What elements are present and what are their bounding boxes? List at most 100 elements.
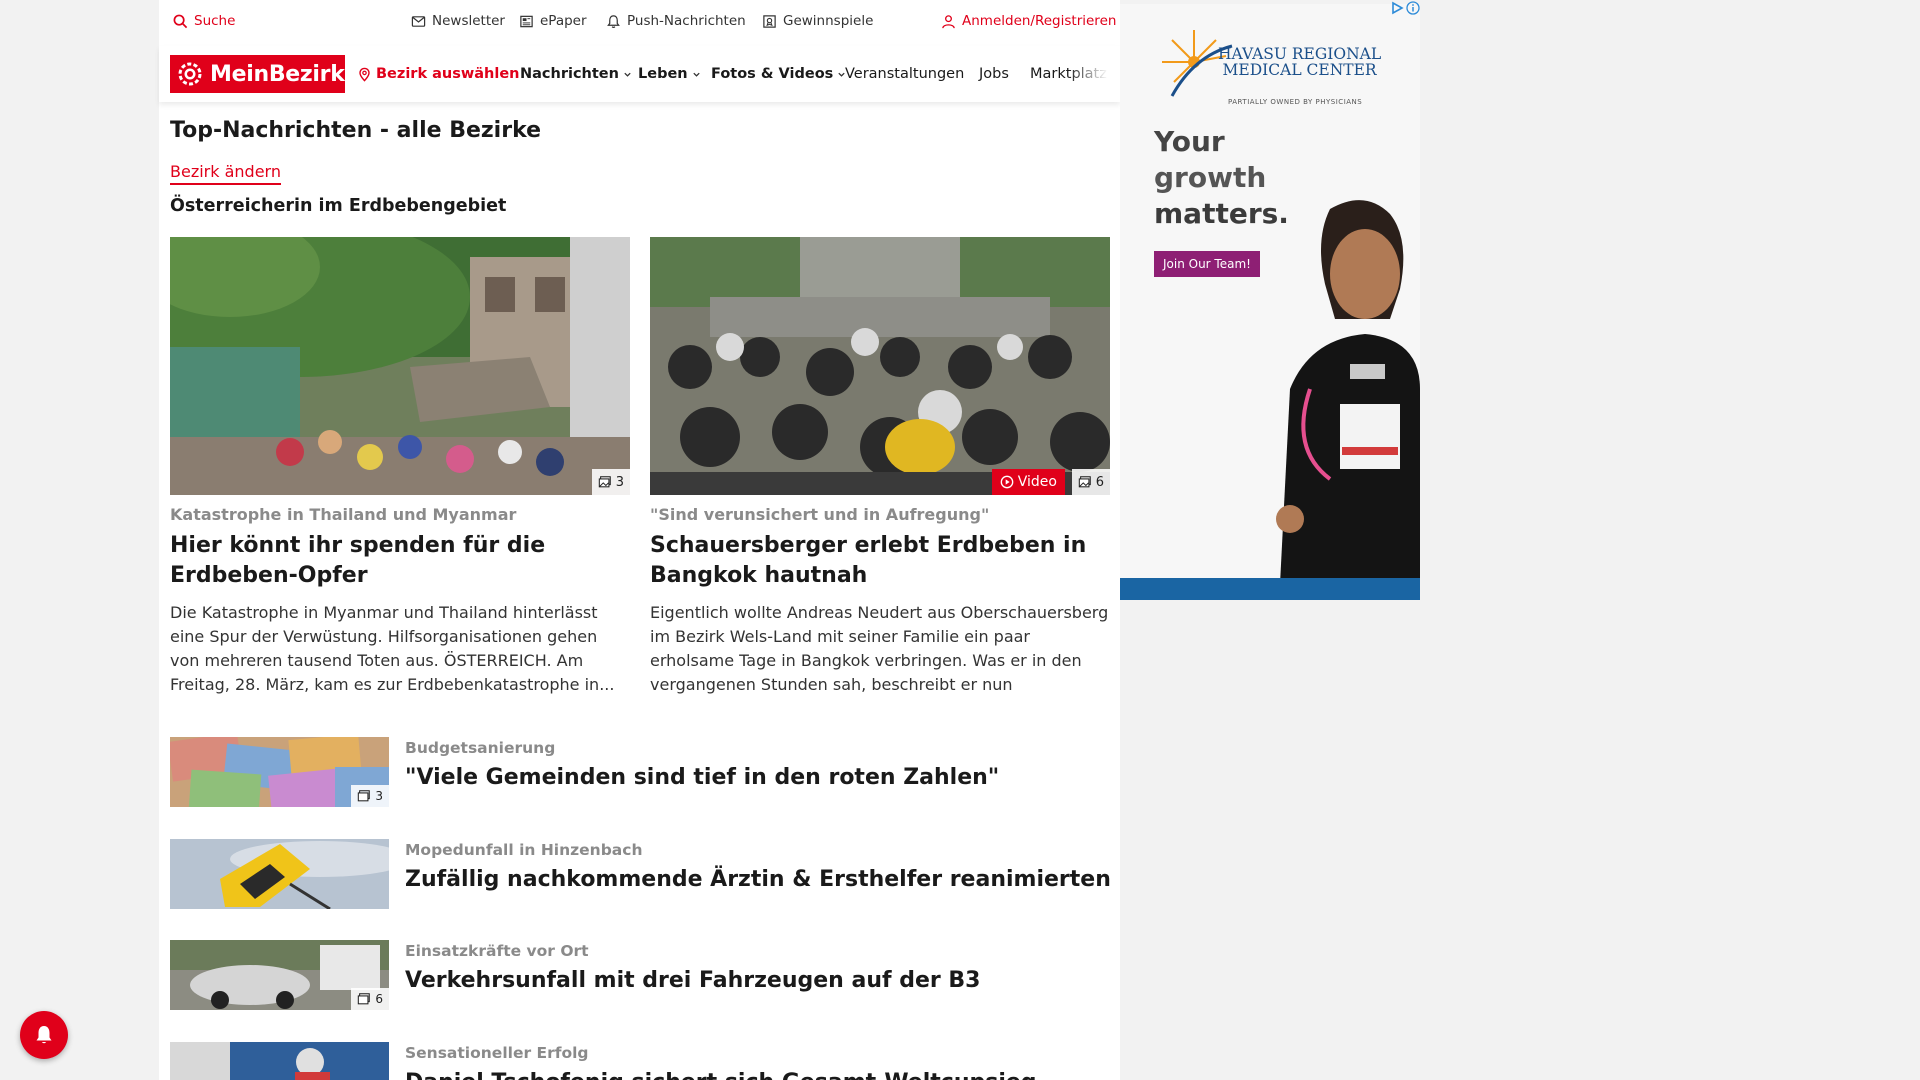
- article-image-bangkok-traffic[interactable]: Video 6: [650, 237, 1110, 495]
- gallery-icon: [598, 476, 611, 488]
- article-thumbnail-euro-notes[interactable]: 3: [170, 737, 389, 807]
- nav-veranstaltungen-label: Veranstaltungen: [845, 66, 965, 82]
- ad-headline-line: matters.: [1154, 197, 1289, 230]
- hospital-name-line2: MEDICAL CENTER: [1222, 61, 1377, 79]
- article-title[interactable]: Daniel Tschofenig sichert sich Gesamt-We…: [405, 1070, 1037, 1080]
- nav-jobs[interactable]: Jobs: [979, 66, 1009, 82]
- meinbezirk-logo[interactable]: MeinBezirk: [170, 55, 345, 93]
- gewinnspiele-link[interactable]: Gewinnspiele: [762, 13, 873, 29]
- location-pin-icon: [359, 67, 370, 82]
- bell-icon: [607, 14, 620, 28]
- list-item[interactable]: 6 Einsatzkräfte vor Ort Verkehrsunfall m…: [170, 940, 1110, 1010]
- utility-bar: Suche Newsletter ePaper Push-Nachrichten…: [159, 0, 1120, 46]
- article-teaser: Eigentlich wollte Andreas Neudert aus Ob…: [650, 603, 1109, 694]
- earthquake-photo: [170, 237, 630, 495]
- article-thumbnail-helicopter[interactable]: [170, 839, 389, 909]
- photo-count: 3: [615, 474, 624, 490]
- nav-fotos-videos-label: Fotos & Videos: [711, 66, 834, 82]
- hospital-name-line1: HAVASU REGIONAL: [1218, 45, 1382, 63]
- nav-fade-overlay: [1068, 56, 1108, 96]
- search-button[interactable]: Suche: [173, 13, 235, 29]
- list-item[interactable]: 3 Budgetsanierung "Viele Gemeinden sind …: [170, 737, 1110, 807]
- list-item[interactable]: Mopedunfall in Hinzenbach Zufällig nachk…: [170, 839, 1111, 909]
- gewinnspiele-label: Gewinnspiele: [783, 13, 874, 29]
- newspaper-icon: [520, 15, 533, 27]
- search-icon: [173, 14, 188, 28]
- change-bezirk-link[interactable]: Bezirk ändern: [170, 162, 281, 185]
- gallery-icon: [1078, 476, 1091, 488]
- article-title[interactable]: "Viele Gemeinden sind tief in den roten …: [405, 765, 999, 790]
- article-image-earthquake-street[interactable]: 3: [170, 237, 630, 495]
- article-kicker: Katastrophe in Thailand und Myanmar: [170, 505, 517, 524]
- hospital-subtitle: PARTIALLY OWNED BY PHYSICIANS: [1228, 98, 1363, 106]
- video-badge: Video: [991, 469, 1065, 495]
- photo-count: 6: [375, 992, 383, 1006]
- ad-headline: Your growth matters.: [1154, 124, 1289, 232]
- main-nav: MeinBezirk Bezirk auswählen Nachrichten …: [159, 46, 1120, 102]
- page-title: Top-Nachrichten - alle Bezirke: [170, 118, 542, 143]
- article-title[interactable]: Zufällig nachkommende Ärztin & Ersthelfe…: [405, 867, 1111, 892]
- newsletter-link[interactable]: Newsletter: [411, 13, 505, 29]
- newsletter-label: Newsletter: [432, 13, 505, 29]
- nurse-photo: [1276, 200, 1420, 584]
- article-kicker: Mopedunfall in Hinzenbach: [405, 841, 643, 859]
- article-teaser: Die Katastrophe in Myanmar und Thailand …: [170, 603, 615, 694]
- nav-leben-label: Leben: [638, 66, 688, 82]
- photo-count-badge: 6: [1071, 469, 1110, 495]
- photo-count-badge: 3: [591, 469, 630, 495]
- epaper-label: ePaper: [540, 13, 587, 29]
- ad-choices[interactable]: [1388, 0, 1420, 16]
- article-title[interactable]: Schauersberger erlebt Erdbeben in Bangko…: [650, 531, 1110, 591]
- ad-join-button[interactable]: Join Our Team!: [1154, 251, 1260, 277]
- gallery-icon: [358, 790, 371, 802]
- nav-nachrichten[interactable]: Nachrichten: [520, 66, 632, 82]
- article-title[interactable]: Verkehrsunfall mit drei Fahrzeugen auf d…: [405, 968, 980, 993]
- section-heading: Österreicherin im Erdbebengebiet: [170, 196, 507, 216]
- search-label: Suche: [194, 13, 236, 29]
- photo-count-badge: 3: [351, 785, 389, 807]
- push-label: Push-Nachrichten: [627, 13, 746, 29]
- nav-fotos-videos[interactable]: Fotos & Videos: [711, 66, 846, 82]
- article-card[interactable]: 3 Katastrophe in Thailand und Myanmar Hi…: [170, 237, 630, 697]
- nav-veranstaltungen[interactable]: Veranstaltungen: [845, 66, 964, 82]
- info-icon: [1406, 1, 1420, 15]
- logo-flower-icon: [178, 62, 202, 86]
- advertisement-banner[interactable]: HAVASU REGIONAL MEDICAL CENTER PARTIALLY…: [1120, 4, 1420, 600]
- article-title[interactable]: Hier könnt ihr spenden für die Erdbeben-…: [170, 531, 630, 591]
- play-icon: [1000, 475, 1014, 489]
- adchoices-play-icon: [1392, 1, 1404, 15]
- photo-count-badge: 6: [351, 988, 389, 1010]
- logo-text: MeinBezirk: [210, 61, 345, 87]
- epaper-link[interactable]: ePaper: [519, 13, 587, 29]
- ad-headline-line: growth: [1154, 161, 1267, 194]
- photo-count: 6: [1095, 474, 1104, 490]
- push-notification-fab[interactable]: [20, 1011, 68, 1059]
- bezirk-select-label: Bezirk auswählen: [376, 66, 520, 82]
- article-kicker: Budgetsanierung: [405, 739, 556, 757]
- article-kicker: Sensationeller Erfolg: [405, 1044, 589, 1062]
- user-icon: [942, 14, 955, 28]
- ad-headline-line: Your: [1154, 125, 1225, 158]
- mail-icon: [411, 15, 426, 27]
- hospital-name: HAVASU REGIONAL MEDICAL CENTER: [1218, 46, 1381, 78]
- article-card[interactable]: Video 6 "Sind verunsichert und in Aufreg…: [650, 237, 1110, 697]
- prize-icon: [763, 14, 776, 28]
- nav-jobs-label: Jobs: [979, 66, 1009, 82]
- chevron-down-icon: [692, 72, 700, 77]
- article-thumbnail-ski-jumper[interactable]: [170, 1042, 389, 1080]
- bell-icon: [36, 1026, 52, 1044]
- push-notifications-link[interactable]: Push-Nachrichten: [606, 13, 746, 29]
- ski-jumper-photo: [170, 1042, 389, 1080]
- main-column: Suche Newsletter ePaper Push-Nachrichten…: [159, 0, 1120, 1080]
- bezirk-select-button[interactable]: Bezirk auswählen: [357, 66, 520, 82]
- helicopter-photo: [170, 839, 389, 909]
- bangkok-traffic-photo: [650, 237, 1110, 495]
- login-link[interactable]: Anmelden/Registrieren: [941, 13, 1116, 29]
- article-kicker: "Sind verunsichert und in Aufregung": [650, 505, 990, 524]
- article-thumbnail-car-crash[interactable]: 6: [170, 940, 389, 1010]
- nav-leben[interactable]: Leben: [638, 66, 701, 82]
- photo-count: 3: [375, 789, 383, 803]
- video-label: Video: [1017, 474, 1057, 490]
- login-label: Anmelden/Registrieren: [962, 13, 1117, 29]
- list-item[interactable]: Sensationeller Erfolg Daniel Tschofenig …: [170, 1042, 1110, 1080]
